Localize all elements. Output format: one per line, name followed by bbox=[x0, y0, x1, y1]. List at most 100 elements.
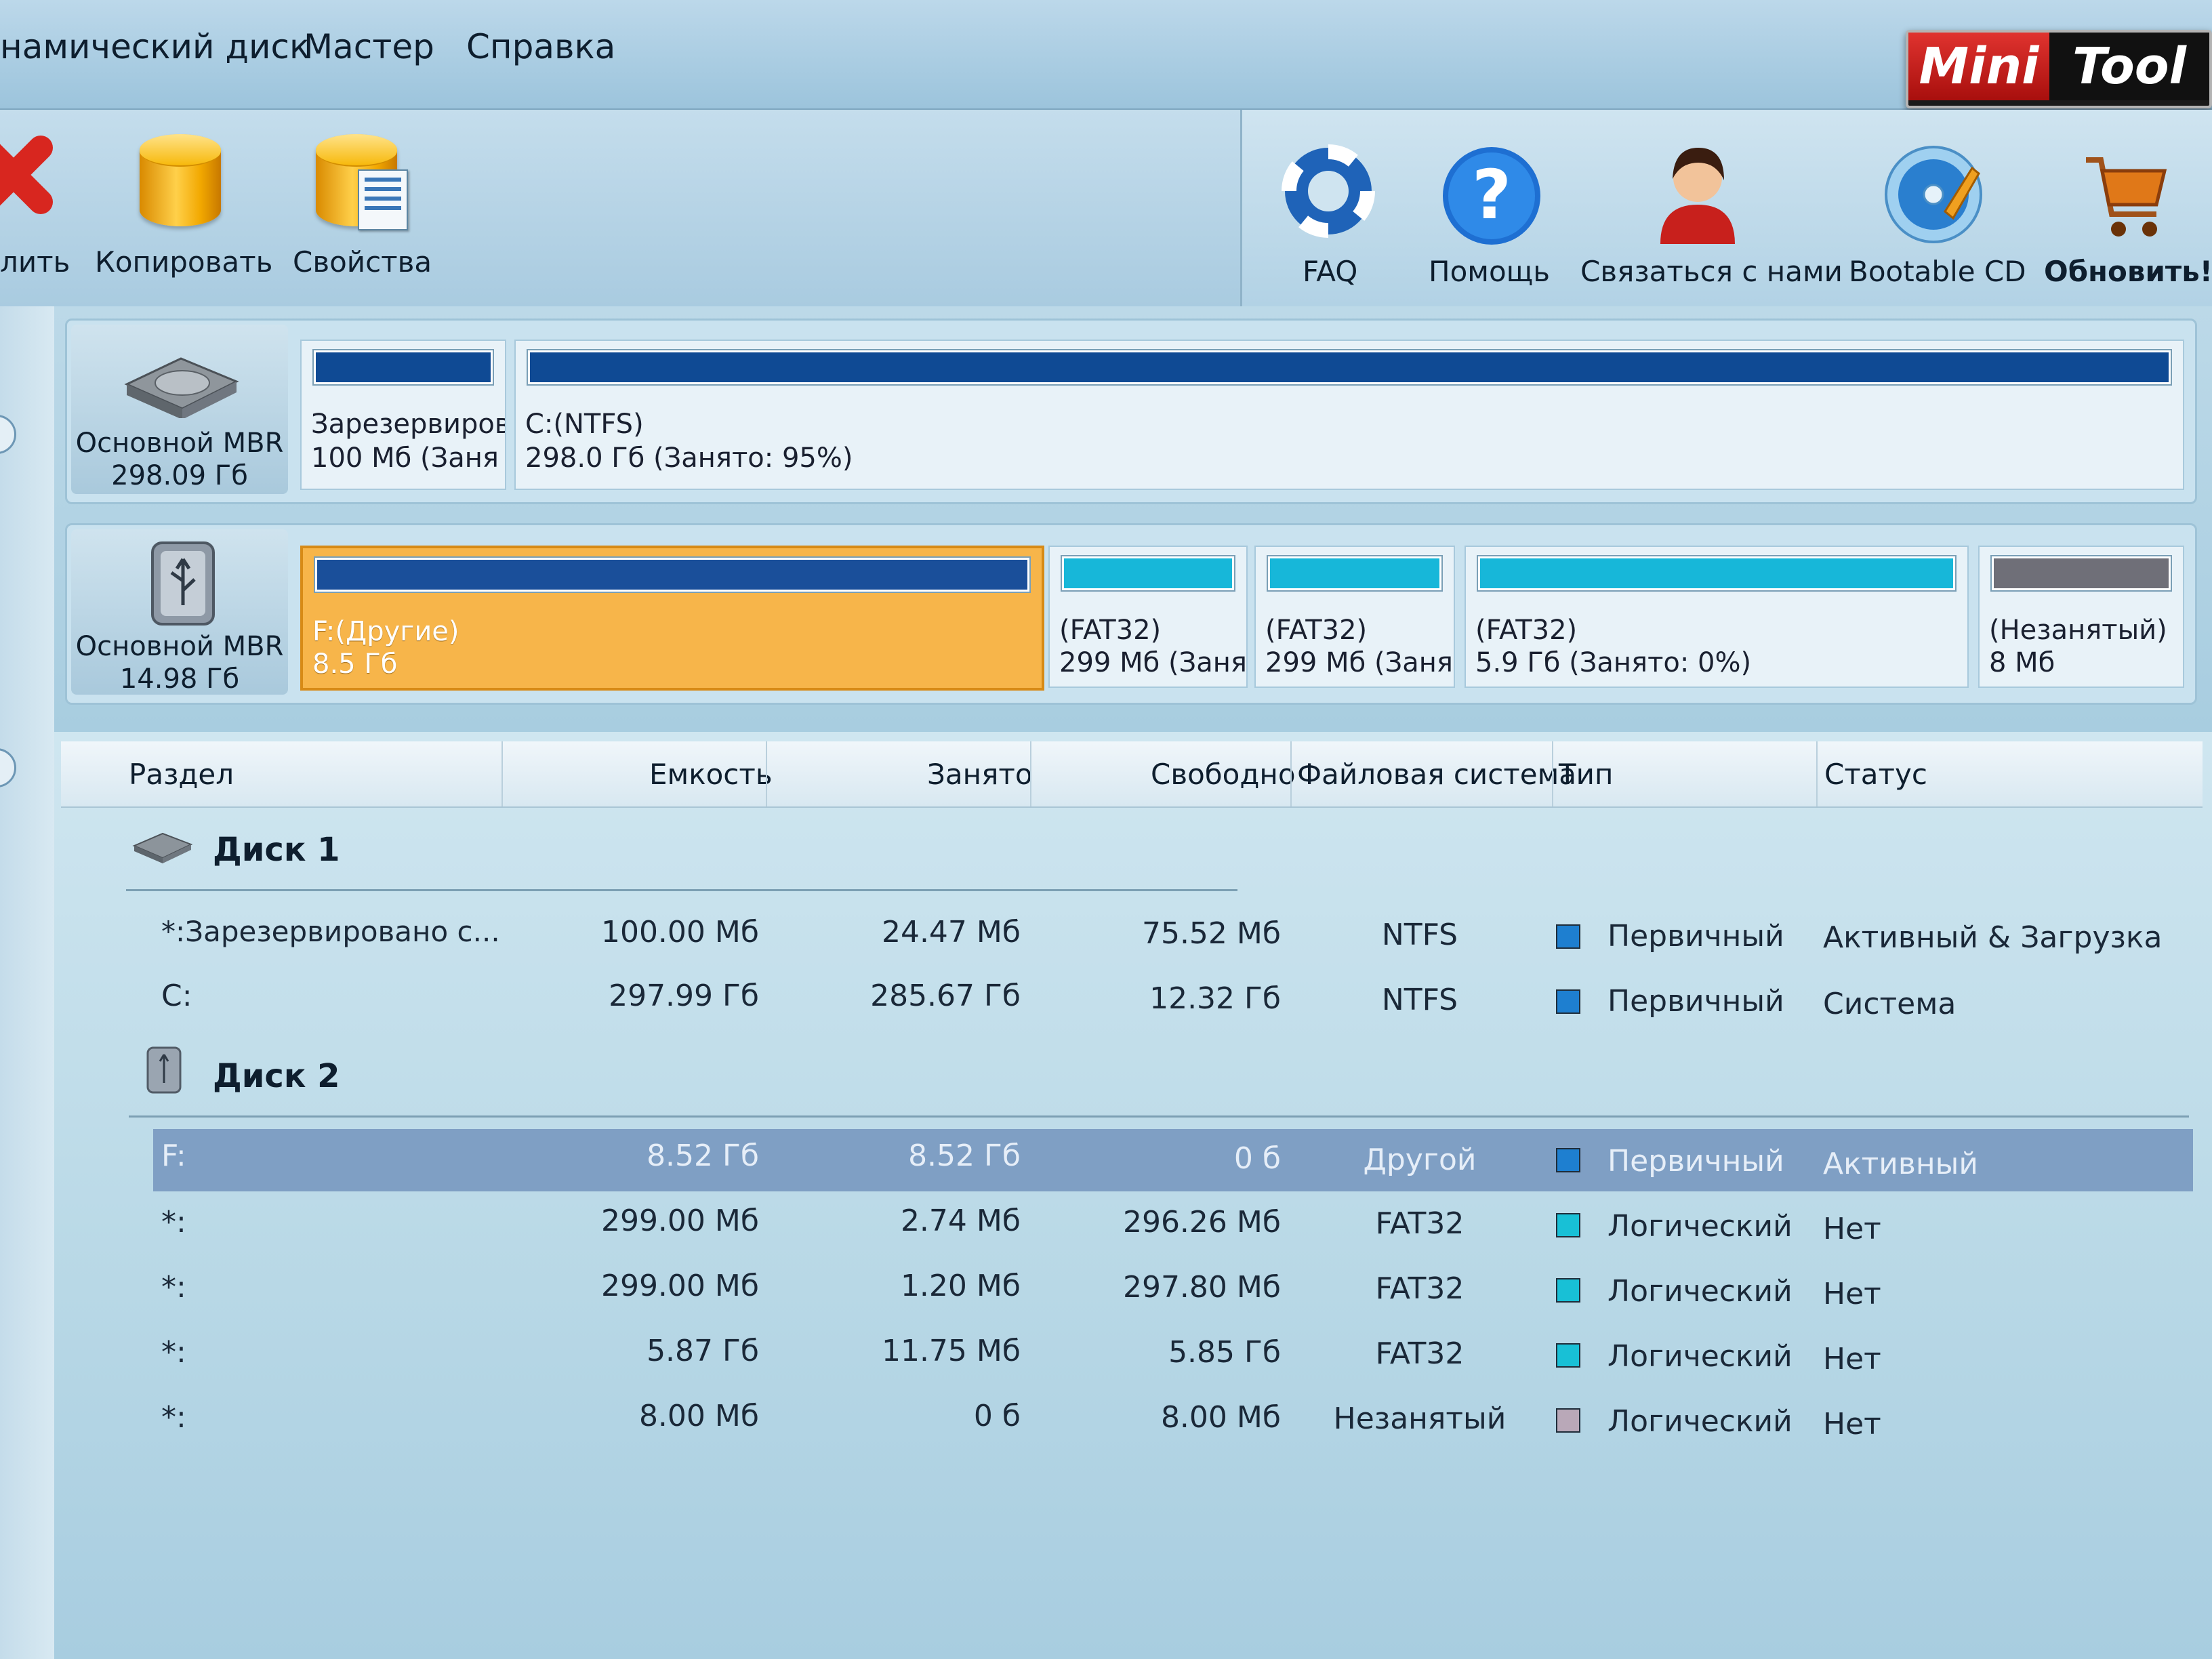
copy-button[interactable]: Копировать bbox=[88, 122, 272, 285]
partition-f[interactable]: F:(Другие) 8.5 Гб bbox=[300, 546, 1044, 691]
lifebuoy-icon bbox=[1282, 144, 1375, 238]
cell-used: 8.52 Гб bbox=[908, 1139, 1021, 1173]
col-capacity[interactable]: Емкость bbox=[649, 758, 773, 791]
group-disk2-title[interactable]: Диск 2 bbox=[213, 1057, 340, 1095]
partition-color-swatch bbox=[1556, 1278, 1580, 1303]
cell-partition: *: bbox=[161, 1400, 186, 1435]
properties-button[interactable]: Свойства bbox=[285, 122, 434, 285]
contact-icon bbox=[1660, 148, 1735, 244]
cell-capacity: 100.00 Мб bbox=[600, 915, 759, 949]
cell-partition: *: bbox=[161, 1335, 186, 1370]
group-disk1-title[interactable]: Диск 1 bbox=[213, 831, 340, 869]
delete-button[interactable]: лить bbox=[0, 122, 70, 285]
cell-capacity: 8.00 Мб bbox=[638, 1399, 759, 1433]
disk1-row[interactable]: Основной MBR 298.09 Гб Зарезервиров 100 … bbox=[65, 319, 2197, 504]
disk2-size: 14.98 Гб bbox=[119, 663, 240, 695]
partition-c[interactable]: C:(NTFS) 298.0 Гб (Занято: 95%) bbox=[514, 340, 2184, 490]
col-status[interactable]: Статус bbox=[1824, 758, 1927, 791]
col-filesystem[interactable]: Файловая система bbox=[1297, 758, 1576, 791]
col-divider bbox=[1552, 741, 1553, 806]
cell-used: 24.47 Мб bbox=[881, 915, 1021, 949]
usb-drive-icon bbox=[151, 541, 215, 626]
menu-bar: намический диск Мастер Справка Mini Tool bbox=[0, 0, 2212, 110]
cell-filesystem: Другой bbox=[1363, 1143, 1477, 1177]
cell-status: Активный bbox=[1823, 1147, 1978, 1181]
partition-color-swatch bbox=[1556, 989, 1580, 1014]
partition-color-swatch bbox=[1556, 1148, 1580, 1172]
partition-fat32-3[interactable]: (FAT32) 5.9 Гб (Занято: 0%) bbox=[1465, 546, 1969, 688]
cell-capacity: 297.99 Гб bbox=[609, 979, 759, 1013]
col-divider bbox=[1816, 741, 1818, 806]
cell-type: Первичный bbox=[1607, 984, 1784, 1019]
sidebar-edge bbox=[0, 306, 54, 1659]
menu-dynamic-disk[interactable]: намический диск bbox=[0, 27, 310, 66]
faq-button[interactable]: FAQ bbox=[1274, 136, 1382, 298]
col-type[interactable]: Тип bbox=[1559, 758, 1613, 791]
partition-color-swatch bbox=[1556, 1408, 1580, 1433]
partition-label: (FAT32) bbox=[1265, 615, 1368, 646]
delete-label: лить bbox=[0, 245, 70, 279]
cell-free: 0 б bbox=[1233, 1141, 1281, 1176]
col-free[interactable]: Свободно bbox=[1151, 758, 1296, 791]
cell-filesystem: FAT32 bbox=[1375, 1271, 1465, 1306]
partition-label: Зарезервиров bbox=[311, 409, 506, 440]
partition-label: (FAT32) bbox=[1059, 615, 1162, 646]
cell-partition: *: bbox=[161, 1205, 186, 1240]
cell-type: Логический bbox=[1607, 1339, 1793, 1374]
partition-label: C:(NTFS) bbox=[525, 409, 644, 440]
bootable-cd-icon bbox=[1885, 146, 1982, 243]
cell-capacity: 5.87 Гб bbox=[647, 1334, 759, 1368]
usage-bar bbox=[1992, 556, 2171, 590]
bootable-cd-button[interactable]: Bootable CD bbox=[1843, 136, 2026, 298]
partition-label: F:(Другие) bbox=[312, 616, 459, 647]
cell-type: Логический bbox=[1607, 1274, 1793, 1309]
cell-type: Логический bbox=[1607, 1209, 1793, 1244]
cell-used: 0 б bbox=[973, 1399, 1021, 1433]
cell-capacity: 299.00 Мб bbox=[600, 1269, 759, 1303]
hard-disk-icon bbox=[132, 832, 192, 863]
cell-used: 2.74 Мб bbox=[900, 1204, 1021, 1238]
group-divider bbox=[126, 889, 1237, 891]
col-partition[interactable]: Раздел bbox=[129, 758, 234, 791]
usage-bar bbox=[314, 350, 493, 384]
cell-filesystem: FAT32 bbox=[1375, 1206, 1465, 1241]
help-label: Помощь bbox=[1429, 255, 1550, 288]
col-used[interactable]: Занято bbox=[927, 758, 1033, 791]
partition-label: (Незанятый) bbox=[1989, 615, 2167, 646]
partition-unallocated[interactable]: (Незанятый) 8 Мб bbox=[1978, 546, 2184, 688]
usage-bar bbox=[1062, 556, 1234, 590]
menu-wizard[interactable]: Мастер bbox=[304, 27, 434, 66]
hard-disk-icon bbox=[124, 357, 239, 418]
cell-capacity: 8.52 Гб bbox=[647, 1139, 759, 1173]
svg-text:?: ? bbox=[1472, 155, 1511, 234]
partition-size: 299 Мб (Заня bbox=[1265, 647, 1453, 678]
cell-used: 11.75 Мб bbox=[881, 1334, 1021, 1368]
faq-label: FAQ bbox=[1303, 255, 1358, 288]
menu-help[interactable]: Справка bbox=[466, 27, 615, 66]
bootable-cd-label: Bootable CD bbox=[1849, 255, 2026, 288]
col-divider bbox=[1030, 741, 1031, 806]
cell-type: Логический bbox=[1607, 1404, 1793, 1439]
partition-fat32-2[interactable]: (FAT32) 299 Мб (Заня bbox=[1254, 546, 1455, 688]
disk2-info[interactable]: Основной MBR 14.98 Гб bbox=[71, 529, 288, 695]
contact-button[interactable]: Связаться с нами bbox=[1579, 136, 1843, 298]
cell-type: Первичный bbox=[1607, 919, 1784, 954]
help-icon: ? bbox=[1443, 147, 1540, 245]
partition-reserved[interactable]: Зарезервиров 100 Мб (Заня bbox=[300, 340, 506, 490]
disk2-row[interactable]: Основной MBR 14.98 Гб F:(Другие) 8.5 Гб … bbox=[65, 523, 2197, 705]
usage-bar bbox=[1478, 556, 1955, 590]
cell-partition: C: bbox=[161, 979, 192, 1013]
cell-status: Система bbox=[1823, 987, 1957, 1021]
partition-color-swatch bbox=[1556, 1343, 1580, 1368]
partition-fat32-1[interactable]: (FAT32) 299 Мб (Заня bbox=[1048, 546, 1248, 688]
cell-capacity: 299.00 Мб bbox=[600, 1204, 759, 1238]
cell-free: 296.26 Мб bbox=[1122, 1205, 1281, 1240]
upgrade-button[interactable]: Обновить! bbox=[2033, 136, 2212, 298]
partition-size: 100 Мб (Заня bbox=[311, 443, 499, 474]
contact-label: Связаться с нами bbox=[1580, 255, 1843, 288]
disk1-size: 298.09 Гб bbox=[111, 460, 248, 491]
disk1-info[interactable]: Основной MBR 298.09 Гб bbox=[71, 325, 288, 494]
help-button[interactable]: ? Помощь bbox=[1423, 136, 1559, 298]
delete-icon bbox=[0, 136, 53, 214]
col-divider bbox=[501, 741, 503, 806]
